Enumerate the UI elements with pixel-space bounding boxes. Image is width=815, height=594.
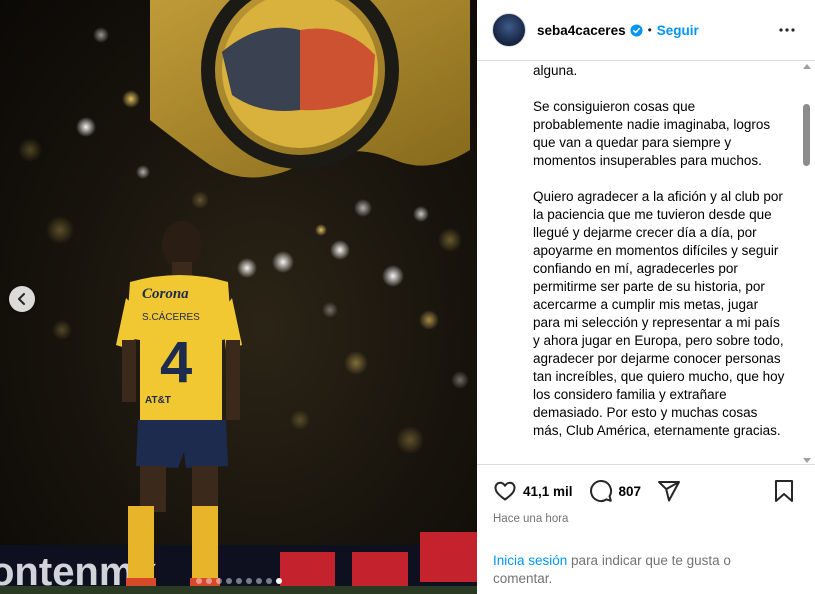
carousel-dot [225,578,232,584]
bookmark-icon[interactable] [773,479,795,503]
comment-icon [589,480,612,502]
carousel-dot [245,578,252,584]
heart-icon [494,481,516,501]
more-options-icon[interactable] [778,22,796,38]
jersey-name-text: S.CÁCERES [142,310,200,323]
post-media[interactable]: ontenmx Corona S.CÁCERES 4 AT&T [0,0,477,594]
jersey-sleeve-text: AT&T [145,395,171,406]
scroll-down-arrow[interactable] [803,458,811,463]
caption-paragraph: Se consiguieron cosas que probablemente … [533,99,771,168]
username-link[interactable]: seba4caceres [537,23,626,38]
jersey-number-text: 4 [160,330,192,395]
post-sidebar: seba4caceres • Seguir lindos que no podi… [477,0,815,594]
carousel-dot [205,578,212,584]
comments-count: 807 [618,483,642,499]
caption-paragraph: lindos que no podido tener, sin duda alg… [533,63,578,78]
carousel-dot [255,578,262,584]
caption-paragraph: Quiero agradecer a la afición y al club … [533,189,785,438]
carousel-dot [195,578,202,584]
verified-badge-icon [630,23,643,37]
post-actions: 41,1 mil 807 [477,466,815,516]
chevron-left-icon [18,293,25,305]
carousel-dot [215,578,222,584]
post-timestamp: Hace una hora [493,513,569,525]
carousel-dot [275,578,282,584]
carousel-dot [265,578,272,584]
avatar[interactable] [492,13,526,47]
previous-slide-button[interactable] [9,286,35,312]
share-button[interactable] [657,479,681,503]
scroll-up-arrow[interactable] [803,64,811,69]
likes-count: 41,1 mil [523,483,573,499]
share-icon [658,481,681,502]
post-header: seba4caceres • Seguir [477,0,815,61]
carousel-indicator [0,578,477,584]
caption-scroll-area[interactable]: lindos que no podido tener, sin duda alg… [477,62,815,465]
like-button[interactable]: 41,1 mil [493,479,573,503]
post-caption: lindos que no podido tener, sin duda alg… [533,62,788,458]
separator-dot: • [647,23,652,37]
jersey-sponsor-text: Corona [142,286,189,302]
scrollbar-thumb[interactable] [803,104,810,166]
comment-button[interactable]: 807 [589,479,642,503]
player-figure: Corona S.CÁCERES 4 AT&T [116,221,242,586]
carousel-dot [235,578,242,584]
caption-scrollbar[interactable] [802,62,811,464]
login-link[interactable]: Inicia sesión [493,553,567,568]
login-prompt: Inicia sesión para indicar que te gusta … [493,552,793,588]
follow-button[interactable]: Seguir [657,23,699,38]
post-photo: ontenmx Corona S.CÁCERES 4 AT&T [0,0,477,594]
